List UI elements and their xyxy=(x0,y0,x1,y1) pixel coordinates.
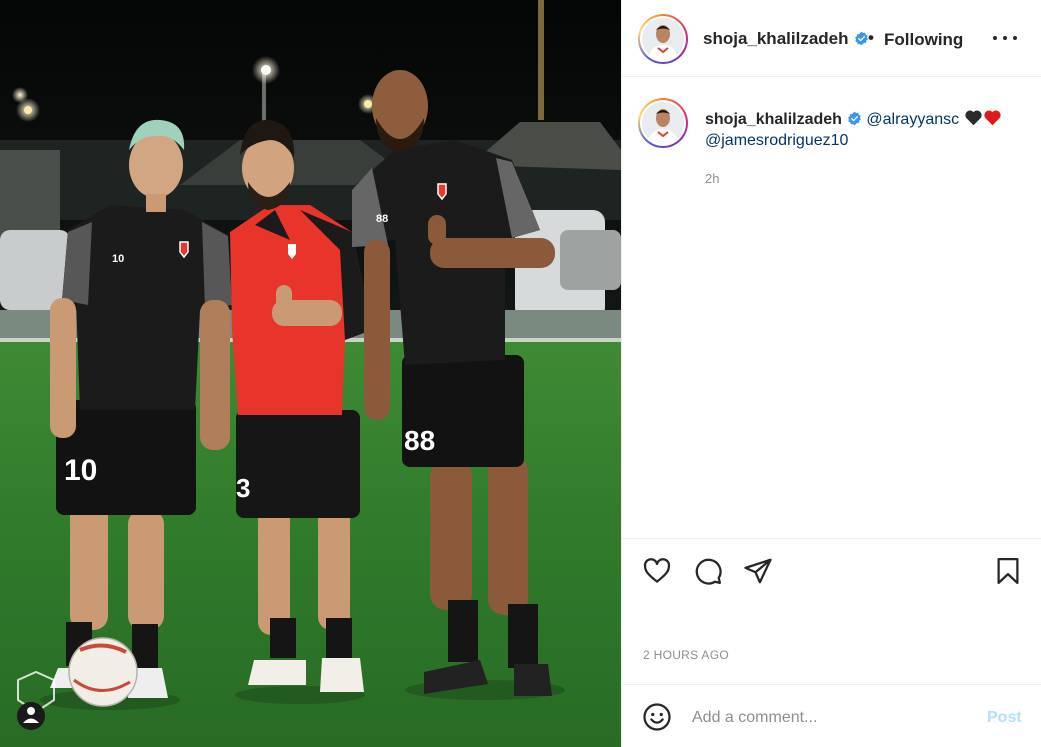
following-button[interactable]: Following xyxy=(884,30,963,50)
avatar-image xyxy=(642,18,684,60)
player-right-shorts-number: 88 xyxy=(404,425,435,456)
more-options-icon[interactable] xyxy=(992,28,1018,48)
comment-input[interactable] xyxy=(692,707,962,729)
comment-bar: Post xyxy=(622,684,1041,747)
post-side-panel: shoja_khalilzadeh • Following shoja_khal… xyxy=(621,0,1041,747)
player-left-shorts-number: 10 xyxy=(64,454,97,487)
username[interactable]: shoja_khalilzadeh xyxy=(703,29,869,49)
mention-link[interactable]: @alrayyansc xyxy=(866,111,959,128)
verified-badge-icon xyxy=(854,31,868,46)
mention-link[interactable]: @jamesrodriguez10 xyxy=(705,132,848,149)
comment-icon[interactable] xyxy=(693,556,723,586)
avatar[interactable] xyxy=(638,14,688,64)
share-icon[interactable] xyxy=(743,556,773,586)
caption-username[interactable]: shoja_khalilzadeh xyxy=(705,111,842,128)
player-middle-shorts-number: 3 xyxy=(236,473,250,503)
player-right-shirt-number: 88 xyxy=(376,213,388,225)
caption-line: shoja_khalilzadeh @alrayyansc xyxy=(705,109,1002,129)
caption-avatar[interactable] xyxy=(638,98,688,148)
caption-relative-time[interactable]: 2h xyxy=(705,171,719,186)
post-comment-button[interactable]: Post xyxy=(987,709,1022,727)
caption-verified-badge-icon xyxy=(848,111,861,126)
black-heart-emoji-icon xyxy=(964,110,982,126)
post-header: shoja_khalilzadeh • Following xyxy=(622,0,1041,77)
caption-avatar-image xyxy=(642,102,684,144)
heart-icon[interactable] xyxy=(642,556,672,586)
username-text[interactable]: shoja_khalilzadeh xyxy=(703,29,849,48)
player-left-shirt-number: 10 xyxy=(112,253,124,265)
follow-separator: • xyxy=(868,28,874,47)
football xyxy=(68,637,138,707)
tagged-users-icon[interactable] xyxy=(17,702,45,730)
bookmark-icon[interactable] xyxy=(993,556,1023,586)
post-photo-image: 10 10 3 88 88 xyxy=(0,0,621,747)
red-heart-emoji-icon xyxy=(983,110,1001,126)
action-bar xyxy=(622,538,1041,603)
caption-line-2: @jamesrodriguez10 xyxy=(705,132,848,150)
post-timestamp[interactable]: 2 HOURS AGO xyxy=(643,648,729,662)
emoji-icon[interactable] xyxy=(642,702,672,732)
post-photo: 10 10 3 88 88 xyxy=(0,0,621,747)
